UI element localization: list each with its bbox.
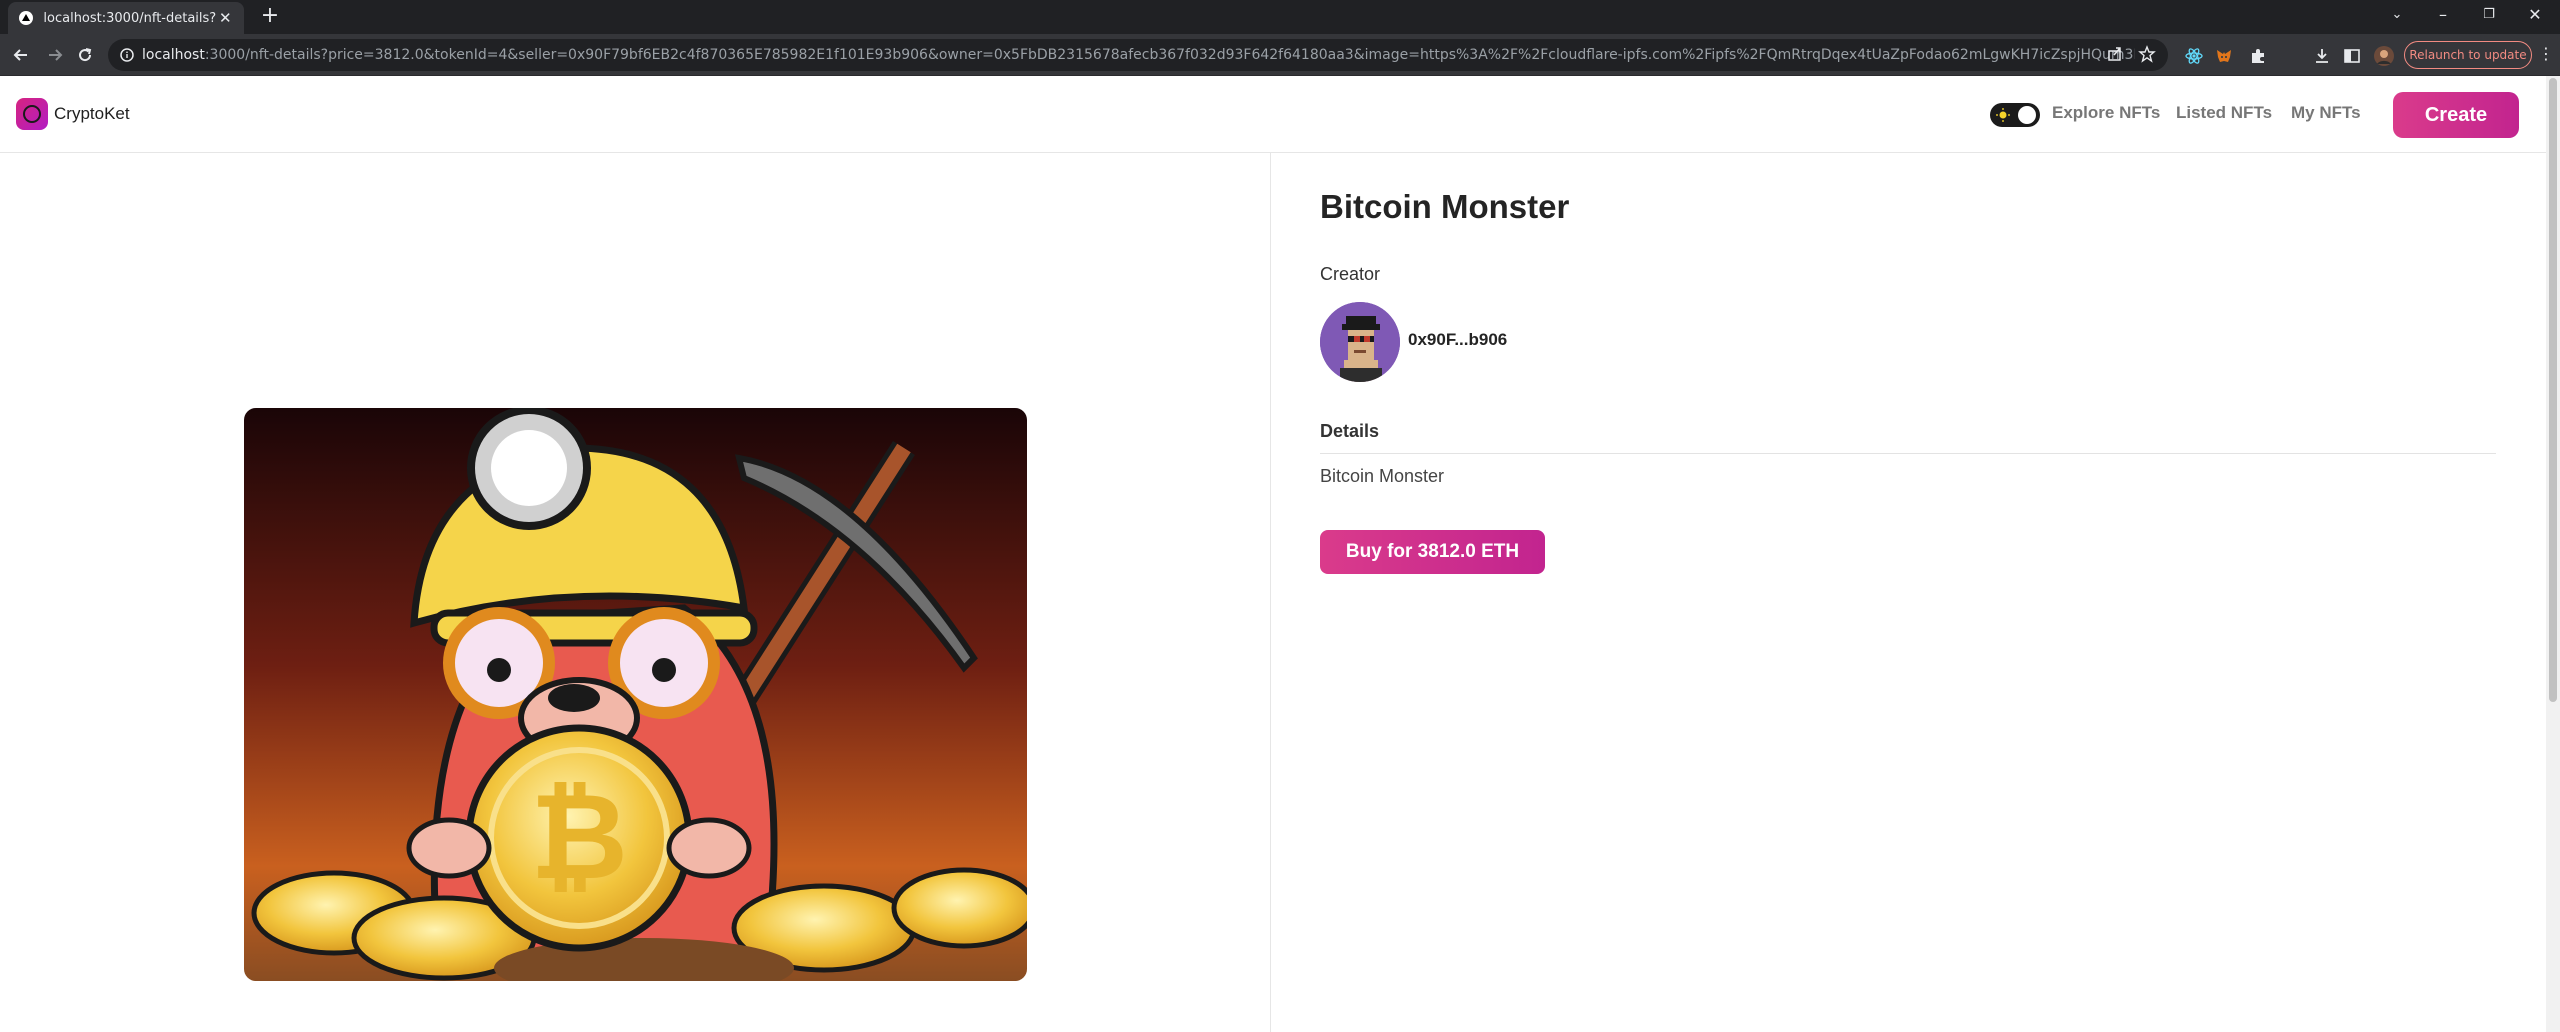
address-bar[interactable]: localhost :3000/nft-details?price=3812.0…	[108, 39, 2168, 71]
react-devtools-icon[interactable]	[2184, 46, 2204, 66]
page-scrollbar[interactable]	[2546, 76, 2560, 1032]
browser-tab-strip: localhost:3000/nft-details?price= ✕ + ⌄ …	[0, 0, 2560, 34]
theme-toggle[interactable]	[1990, 103, 2040, 127]
creator-label: Creator	[1320, 264, 1381, 284]
svg-text:₿: ₿	[530, 768, 628, 907]
create-button[interactable]: Create	[2393, 92, 2519, 138]
reload-icon[interactable]	[72, 42, 98, 68]
tab-search-chevron-icon[interactable]: ⌄	[2374, 0, 2420, 30]
download-icon[interactable]	[2312, 46, 2332, 66]
nft-image: ₿	[244, 408, 1027, 981]
nav-link-my-nfts[interactable]: My NFTs	[2291, 103, 2361, 123]
tab-title: localhost:3000/nft-details?price=	[43, 10, 217, 26]
page-content: CryptoKet Explore NFTs Listed NFTs My NF…	[0, 76, 2546, 1032]
scrollbar-thumb[interactable]	[2549, 78, 2557, 702]
browser-toolbar: localhost :3000/nft-details?price=3812.0…	[0, 34, 2560, 76]
site-logo[interactable]: CryptoKet	[16, 98, 130, 130]
forward-icon[interactable]	[42, 42, 68, 68]
profile-avatar-icon[interactable]	[2374, 46, 2394, 66]
window-close-button[interactable]: ✕	[2512, 0, 2558, 30]
nav-link-listed-nfts[interactable]: Listed NFTs	[2176, 103, 2272, 123]
extensions-icon[interactable]	[2248, 46, 2268, 66]
tab-close-icon[interactable]: ✕	[217, 9, 234, 27]
triangle-favicon-icon	[18, 10, 33, 26]
site-navbar: CryptoKet Explore NFTs Listed NFTs My NF…	[0, 76, 2546, 153]
relaunch-to-update-button[interactable]: Relaunch to update	[2404, 41, 2532, 69]
new-tab-button[interactable]: +	[258, 4, 282, 28]
browser-menu-icon[interactable]: ⋮	[2538, 44, 2554, 63]
nav-link-explore-nfts[interactable]: Explore NFTs	[2052, 103, 2160, 123]
creator-avatar[interactable]	[1320, 302, 1400, 382]
toggle-knob	[2018, 106, 2036, 124]
site-info-icon[interactable]	[120, 48, 142, 62]
details-heading: Details	[1320, 421, 1380, 441]
nft-title: Bitcoin Monster	[1320, 188, 1570, 225]
minimize-button[interactable]: –	[2420, 0, 2466, 30]
bookmark-star-icon[interactable]	[2138, 45, 2156, 67]
details-divider	[1320, 453, 2496, 454]
metamask-icon[interactable]	[2214, 46, 2234, 66]
sidepanel-icon[interactable]	[2342, 46, 2362, 66]
buy-button[interactable]: Buy for 3812.0 ETH	[1320, 530, 1545, 574]
cryptoket-logo-icon	[16, 98, 48, 130]
back-icon[interactable]	[8, 42, 34, 68]
url-host: localhost	[142, 47, 205, 63]
restore-button[interactable]: ❐	[2466, 0, 2512, 30]
creator-address: 0x90F...b906	[1408, 330, 1508, 349]
logo-text: CryptoKet	[54, 104, 130, 123]
share-icon[interactable]	[2106, 45, 2124, 67]
url-path: :3000/nft-details?price=3812.0&tokenId=4…	[204, 47, 2135, 63]
nft-description: Bitcoin Monster	[1320, 466, 1445, 486]
browser-tab-active[interactable]: localhost:3000/nft-details?price= ✕	[8, 2, 244, 34]
sun-icon	[1996, 108, 2010, 122]
nft-image-pane: ₿	[0, 153, 1271, 1032]
